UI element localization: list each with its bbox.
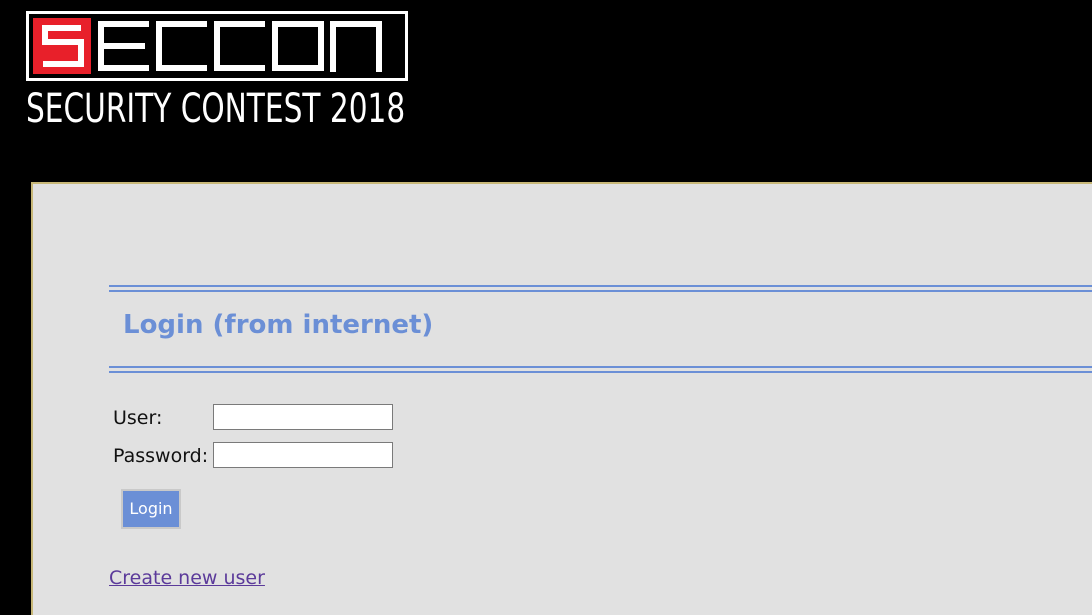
login-button[interactable]: Login xyxy=(121,489,181,529)
page: SECURITY CONTEST 2018 Login (from intern… xyxy=(0,0,1092,615)
logo-subtitle: SECURITY CONTEST 2018 xyxy=(26,85,410,133)
user-label: User: xyxy=(113,407,163,429)
heading-rule-bottom xyxy=(109,366,1092,373)
password-input[interactable] xyxy=(213,442,393,468)
login-panel: Login (from internet) User: Password: Lo… xyxy=(31,182,1092,615)
logo-wordmark-graphic xyxy=(33,18,382,74)
logo-wordmark xyxy=(26,11,408,81)
create-new-user-link[interactable]: Create new user xyxy=(109,566,265,590)
user-input[interactable] xyxy=(213,404,393,430)
logo-subtitle-text: SECURITY CONTEST 2018 xyxy=(26,86,406,132)
password-label: Password: xyxy=(113,445,209,467)
heading-rule-top xyxy=(109,285,1092,292)
page-title: Login (from internet) xyxy=(123,310,434,340)
seccon-logo: SECURITY CONTEST 2018 xyxy=(26,11,410,133)
